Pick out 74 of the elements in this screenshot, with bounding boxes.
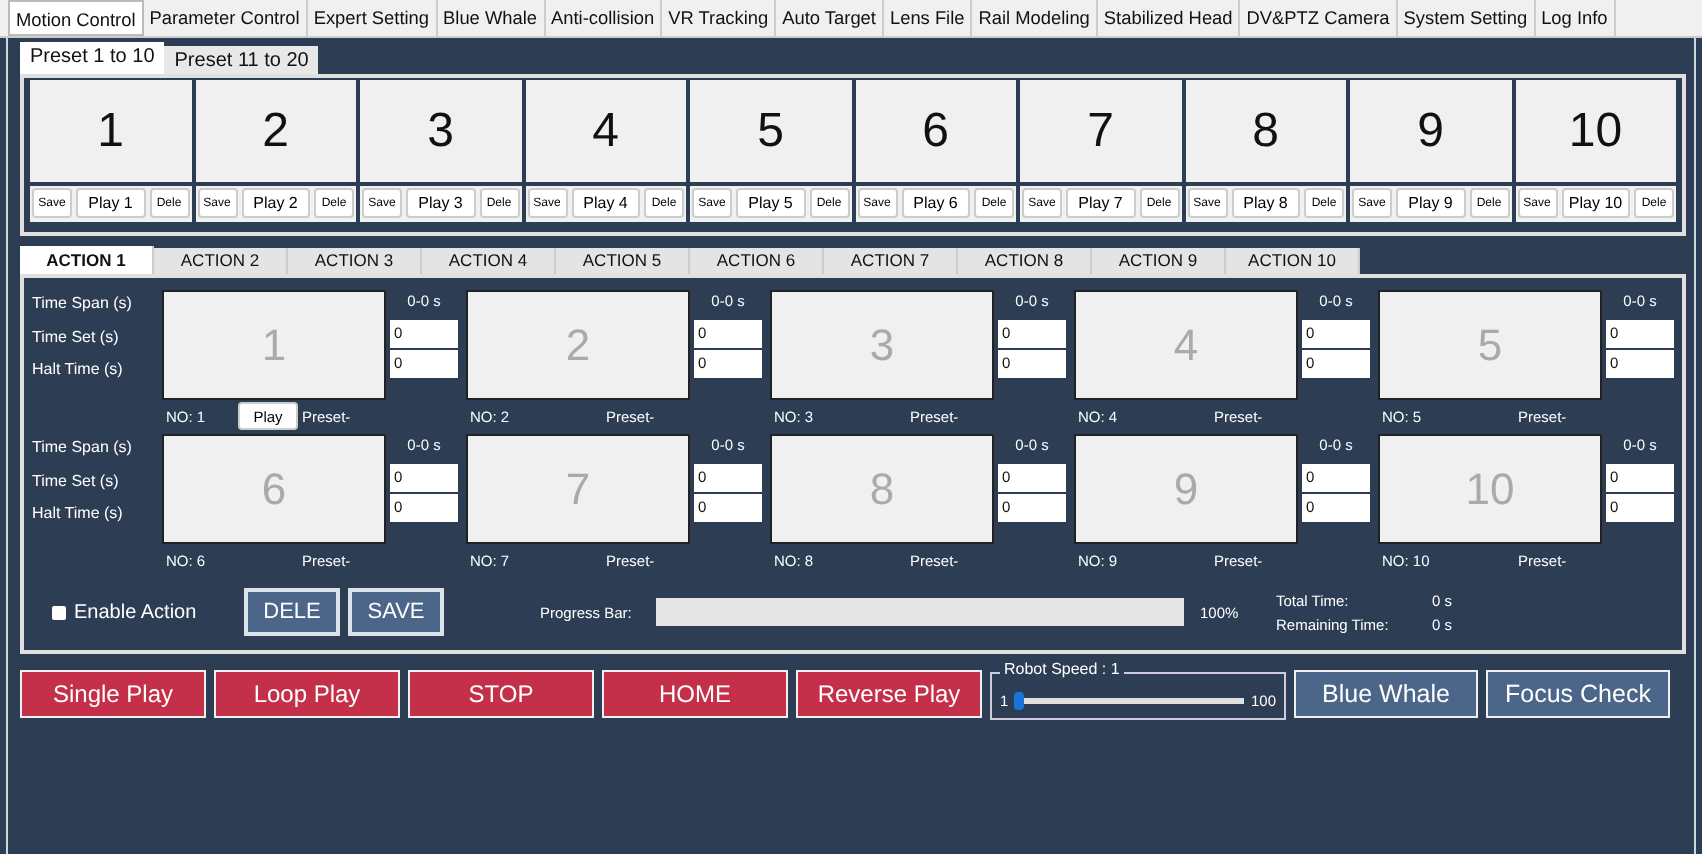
main-tab[interactable]: Anti-collision <box>545 0 663 36</box>
action-tab[interactable]: ACTION 4 <box>422 248 556 274</box>
main-tab[interactable]: Stabilized Head <box>1097 0 1241 36</box>
main-tab[interactable]: VR Tracking <box>662 0 777 36</box>
play-button[interactable]: Play 4 <box>571 188 640 218</box>
preset-number: 3 <box>360 80 521 182</box>
preset-number: 10 <box>1515 80 1676 182</box>
control-button[interactable]: Reverse Play <box>796 670 982 718</box>
field-label: Time Span (s) <box>32 438 134 460</box>
play-button[interactable]: Play 3 <box>406 188 475 218</box>
checkbox[interactable] <box>52 605 66 619</box>
main-tab[interactable]: System Setting <box>1397 0 1536 36</box>
action-tab[interactable]: ACTION 8 <box>958 248 1092 274</box>
main-tab[interactable]: Motion Control <box>8 0 144 36</box>
main-tab[interactable]: Rail Modeling <box>972 0 1098 36</box>
control-button[interactable]: Single Play <box>20 670 206 718</box>
preset-number: 6 <box>855 80 1016 182</box>
action-button[interactable]: SAVE <box>348 588 444 636</box>
preset-tab[interactable]: Preset 11 to 20 <box>164 46 319 74</box>
robot-speed-label: Robot Speed : 1 <box>1000 660 1124 678</box>
slot-number: 10 <box>1378 434 1602 544</box>
play-button[interactable]: Play 6 <box>901 188 970 218</box>
side-button[interactable]: Focus Check <box>1486 670 1670 718</box>
field-label: Halt Time (s) <box>32 504 125 526</box>
control-button[interactable]: Loop Play <box>214 670 400 718</box>
play-button[interactable]: Play 2 <box>241 188 310 218</box>
action-tab[interactable]: ACTION 5 <box>556 248 690 274</box>
preset-number: 7 <box>1020 80 1181 182</box>
preset-number: 5 <box>690 80 851 182</box>
action-tab[interactable]: ACTION 6 <box>690 248 824 274</box>
field-label: Time Set (s) <box>32 327 121 350</box>
preset-number: 2 <box>195 80 356 182</box>
action-tab[interactable]: ACTION 9 <box>1092 248 1226 274</box>
main-tab[interactable]: Expert Setting <box>307 0 438 36</box>
slot-number: 4 <box>1074 290 1298 400</box>
preset-number: 4 <box>525 80 686 182</box>
main-tab[interactable]: Auto Target <box>776 0 884 36</box>
action-tab[interactable]: ACTION 10 <box>1226 248 1360 274</box>
main-tab[interactable]: Blue Whale <box>437 0 546 36</box>
main-tab[interactable]: Lens File <box>883 0 973 36</box>
action-tab[interactable]: ACTION 7 <box>824 248 958 274</box>
side-button[interactable]: Blue Whale <box>1294 670 1478 718</box>
slider-thumb[interactable] <box>1014 691 1025 709</box>
field-label: Time Span (s) <box>32 294 134 316</box>
slot-number: 2 <box>466 290 690 400</box>
play-button[interactable]: Play 8 <box>1231 188 1300 218</box>
action-tab[interactable]: ACTION 1 <box>20 246 154 274</box>
main-tab[interactable]: Log Info <box>1535 0 1616 36</box>
slot-number: 9 <box>1074 434 1298 544</box>
play-button[interactable]: Play 10 <box>1561 188 1630 218</box>
slot-number: 3 <box>770 290 994 400</box>
control-button[interactable]: STOP <box>408 670 594 718</box>
slot-number: 8 <box>770 434 994 544</box>
action-button[interactable]: DELE <box>244 588 340 636</box>
control-button[interactable]: HOME <box>602 670 788 718</box>
main-tab[interactable]: Parameter Control <box>143 0 308 36</box>
slot-number: 7 <box>466 434 690 544</box>
field-label: Time Set (s) <box>32 471 121 494</box>
field-label: Halt Time (s) <box>32 360 125 382</box>
action-tab[interactable]: ACTION 3 <box>288 248 422 274</box>
play-button[interactable]: Play 9 <box>1396 188 1465 218</box>
preset-number: 1 <box>30 80 191 182</box>
play-button[interactable]: Play 5 <box>736 188 805 218</box>
preset-number: 9 <box>1350 80 1511 182</box>
main-tab[interactable]: DV&PTZ Camera <box>1240 0 1398 36</box>
action-tab[interactable]: ACTION 2 <box>154 248 288 274</box>
slot-number: 6 <box>162 434 386 544</box>
play-button[interactable]: Play 1 <box>76 188 145 218</box>
play-button[interactable]: Play 7 <box>1066 188 1135 218</box>
preset-tab[interactable]: Preset 1 to 10 <box>20 42 165 74</box>
slot-number: 5 <box>1378 290 1602 400</box>
checkbox-label: Enable Action <box>74 601 197 623</box>
preset-number: 8 <box>1185 80 1346 182</box>
slot-number: 1 <box>162 290 386 400</box>
